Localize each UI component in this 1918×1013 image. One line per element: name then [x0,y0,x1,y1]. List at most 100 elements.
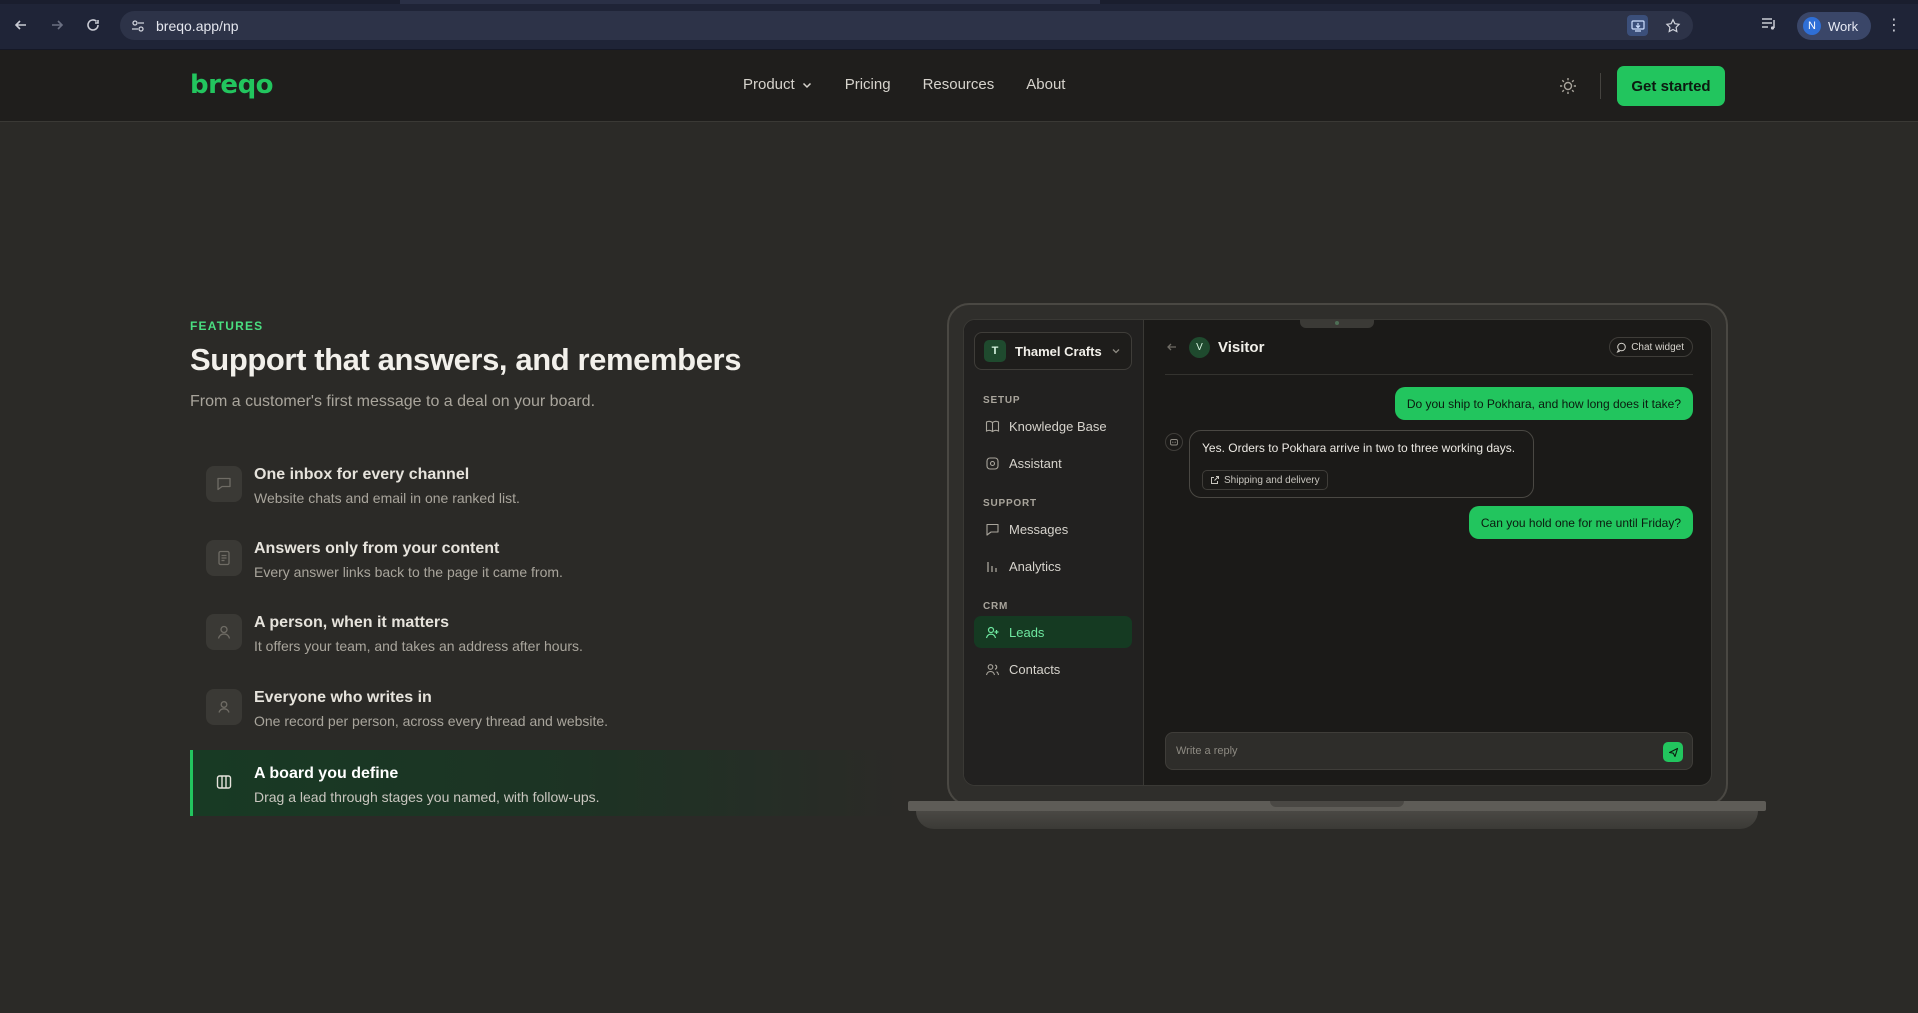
laptop-groove [1270,801,1404,807]
assistant-message: Yes. Orders to Pokhara arrive in two to … [1189,430,1534,498]
sidebar-item-leads[interactable]: Leads [974,616,1132,648]
sidebar-item-label: Assistant [1009,455,1062,471]
profile-label: Work [1828,18,1859,34]
section-headline: Support that answers, and remembers [190,342,742,377]
chat-bubble-icon [984,521,1000,537]
sidebar-item-label: Contacts [1009,661,1061,677]
menu-item-about[interactable]: About [1026,76,1065,93]
person-card-icon [206,689,242,725]
active-tab[interactable] [400,0,1100,4]
menu-item-label: Product [743,76,795,93]
section-eyebrow: FEATURES [190,319,264,333]
nav-divider [1600,73,1601,99]
sidebar-item-contacts[interactable]: Contacts [974,653,1132,685]
sidebar-item-label: Messages [1009,521,1069,537]
tab-strip [0,0,1918,4]
laptop-notch [1300,319,1374,328]
reply-input[interactable]: Write a reply [1165,732,1693,770]
conversation-panel: V Visitor Chat widget Do you ship to Pok… [1145,320,1711,785]
sidebar-item-assistant[interactable]: Assistant [974,447,1132,479]
feature-title: Everyone who writes in [254,689,432,706]
main-menu: Product Pricing Resources About [743,76,1097,93]
reload-icon[interactable] [82,14,104,36]
laptop-base [908,801,1766,811]
url-text: breqo.app/np [156,17,239,34]
visitor-message: Can you hold one for me until Friday? [1468,506,1693,539]
feature-title: A board you define [254,765,399,782]
visitor-message: Do you ship to Pokhara, and how long doe… [1394,387,1693,420]
address-bar[interactable]: breqo.app/np [120,11,1693,40]
board-columns-icon [206,764,242,800]
sidebar-item-label: Knowledge Base [1009,418,1107,434]
reply-placeholder: Write a reply [1176,745,1238,757]
send-icon[interactable] [1663,742,1683,762]
sidebar-section-crm: CRM [983,601,1009,612]
feature-item-active[interactable]: A board you define Drag a lead through s… [190,750,900,816]
browser-toolbar: breqo.app/np N Work ⋮ [0,0,1918,50]
bookmark-star-icon[interactable] [1662,15,1683,36]
book-icon [984,418,1000,434]
get-started-button[interactable]: Get started [1617,66,1725,106]
sidebar-item-analytics[interactable]: Analytics [974,550,1132,582]
feature-item[interactable]: One inbox for every channel Website chat… [190,458,900,524]
chevron-down-icon [1111,346,1121,356]
feature-desc: One record per person, across every thre… [254,713,609,729]
install-app-icon[interactable] [1627,15,1648,36]
conversation-header: V Visitor Chat widget [1165,320,1693,375]
channel-chip: Chat widget [1609,337,1693,357]
menu-item-product[interactable]: Product [743,76,813,93]
browser-menu-icon[interactable]: ⋮ [1884,15,1904,35]
workspace-switcher[interactable]: T Thamel Crafts [974,332,1132,370]
section-subhead: From a customer's first message to a dea… [190,393,596,410]
back-arrow-icon[interactable] [1165,340,1179,354]
menu-item-pricing[interactable]: Pricing [845,76,891,93]
back-icon[interactable] [10,14,32,36]
feature-desc: Website chats and email in one ranked li… [254,490,520,506]
brand-logo[interactable]: breqo [190,70,274,100]
sun-icon[interactable] [1558,76,1578,96]
feature-desc: It offers your team, and takes an addres… [254,638,583,654]
source-link[interactable]: Shipping and delivery [1202,470,1328,490]
gear-icon [984,455,1000,471]
person-icon [206,614,242,650]
chat-bubble-icon [206,466,242,502]
assistant-avatar-icon [1165,433,1183,451]
app-preview-screen: T Thamel Crafts SETUP Knowledge Base Ass… [963,319,1712,786]
profile-button[interactable]: N Work [1797,12,1871,40]
sidebar-section-support: SUPPORT [983,498,1037,509]
feature-item[interactable]: Everyone who writes in One record per pe… [190,681,900,747]
feature-desc: Every answer links back to the page it c… [254,564,563,580]
visitor-name: Visitor [1218,339,1265,356]
site-header: breqo Product Pricing Resources About Ge… [0,50,1918,122]
media-controls-icon[interactable] [1760,15,1780,35]
feature-item[interactable]: A person, when it matters It offers your… [190,606,900,672]
chat-widget-icon [1616,342,1627,353]
profile-avatar: N [1803,17,1821,35]
forward-icon[interactable] [46,14,68,36]
feature-title: One inbox for every channel [254,466,470,483]
menu-item-resources[interactable]: Resources [923,76,995,93]
camera-dot [1335,321,1339,325]
workspace-badge: T [984,340,1006,362]
user-plus-icon [984,624,1000,640]
channel-chip-label: Chat widget [1631,341,1684,353]
site-settings-icon[interactable] [128,16,148,36]
sidebar-item-label: Leads [1009,624,1045,640]
laptop-foot [916,811,1758,829]
feature-desc: Drag a lead through stages you named, wi… [254,789,600,805]
sidebar-item-label: Analytics [1009,558,1062,574]
external-link-icon [1210,475,1220,485]
sidebar-section-setup: SETUP [983,395,1021,406]
sidebar-item-knowledge-base[interactable]: Knowledge Base [974,410,1132,442]
chevron-down-icon [801,79,813,91]
source-link-label: Shipping and delivery [1224,474,1320,486]
feature-title: A person, when it matters [254,614,449,631]
document-icon [206,540,242,576]
workspace-name: Thamel Crafts [1015,343,1102,359]
bar-chart-icon [984,558,1000,574]
feature-item[interactable]: Answers only from your content Every ans… [190,532,900,598]
feature-title: Answers only from your content [254,540,500,557]
users-icon [984,661,1000,677]
sidebar-item-messages[interactable]: Messages [974,513,1132,545]
visitor-avatar: V [1189,337,1210,358]
